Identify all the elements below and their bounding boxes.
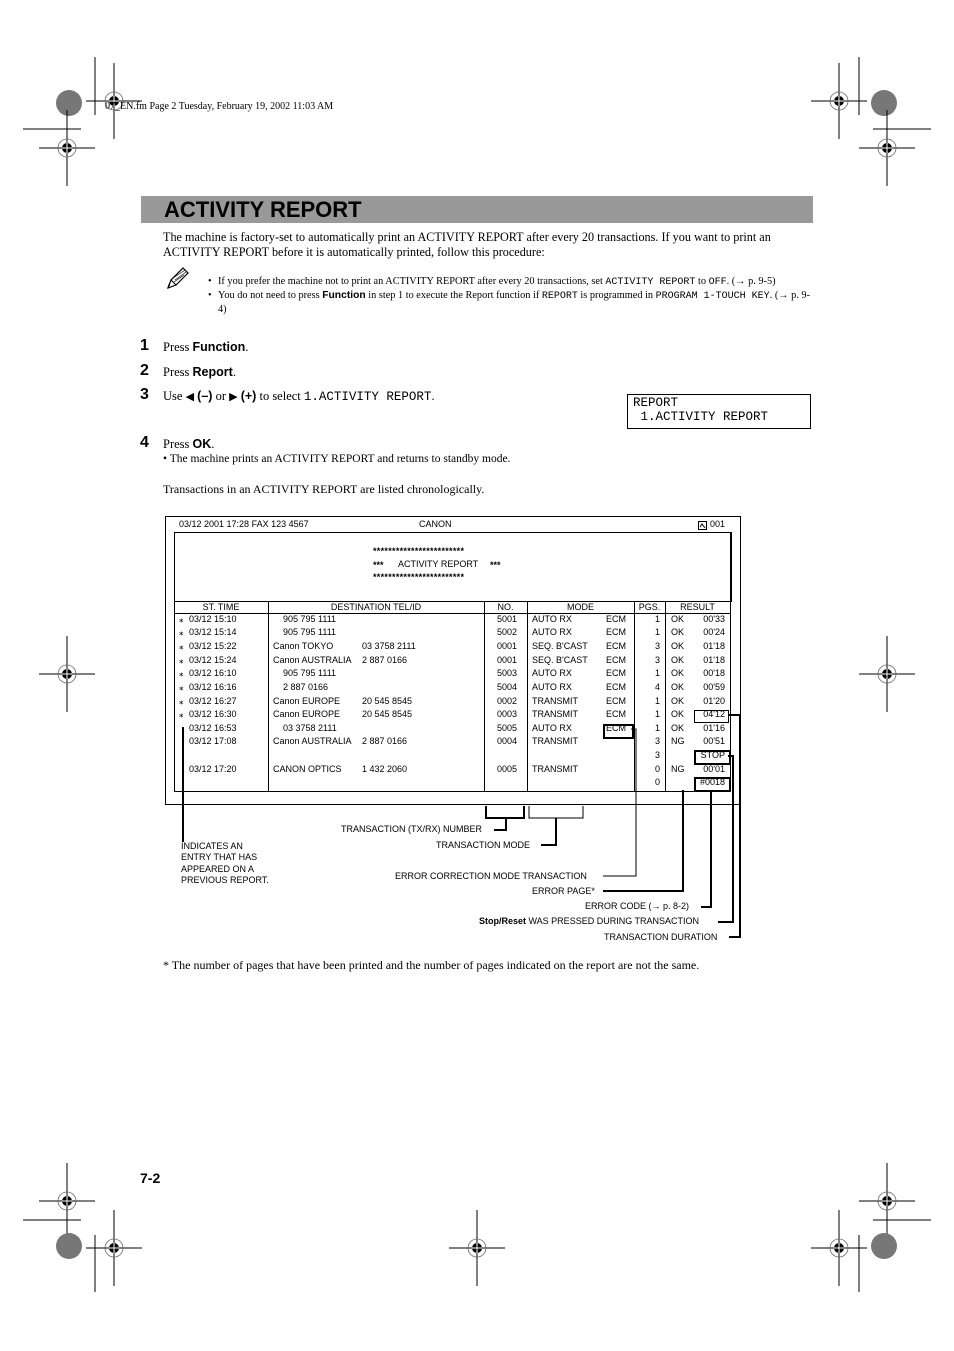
footnote: * The number of pages that have been pri… [163,958,700,972]
callout-ecm: ERROR CORRECTION MODE TRANSACTION [395,871,587,881]
callout-tx-number: TRANSACTION (TX/RX) NUMBER [341,824,483,834]
callout-lines [182,714,741,938]
callout-previous-report: INDICATES AN ENTRY THAT HAS APPEARED ON … [181,841,269,885]
callout-tx-mode: TRANSACTION MODE [436,840,531,850]
callout-duration: TRANSACTION DURATION [604,932,718,942]
page-number: 7-2 [140,1170,161,1186]
callout-error-page: ERROR PAGE* [532,886,595,896]
callout-stop-reset: Stop/Reset WAS PRESSED DURING TRANSACTIO… [479,916,700,926]
callout-error-code: ERROR CODE (→ p. 8-2) [585,901,690,911]
